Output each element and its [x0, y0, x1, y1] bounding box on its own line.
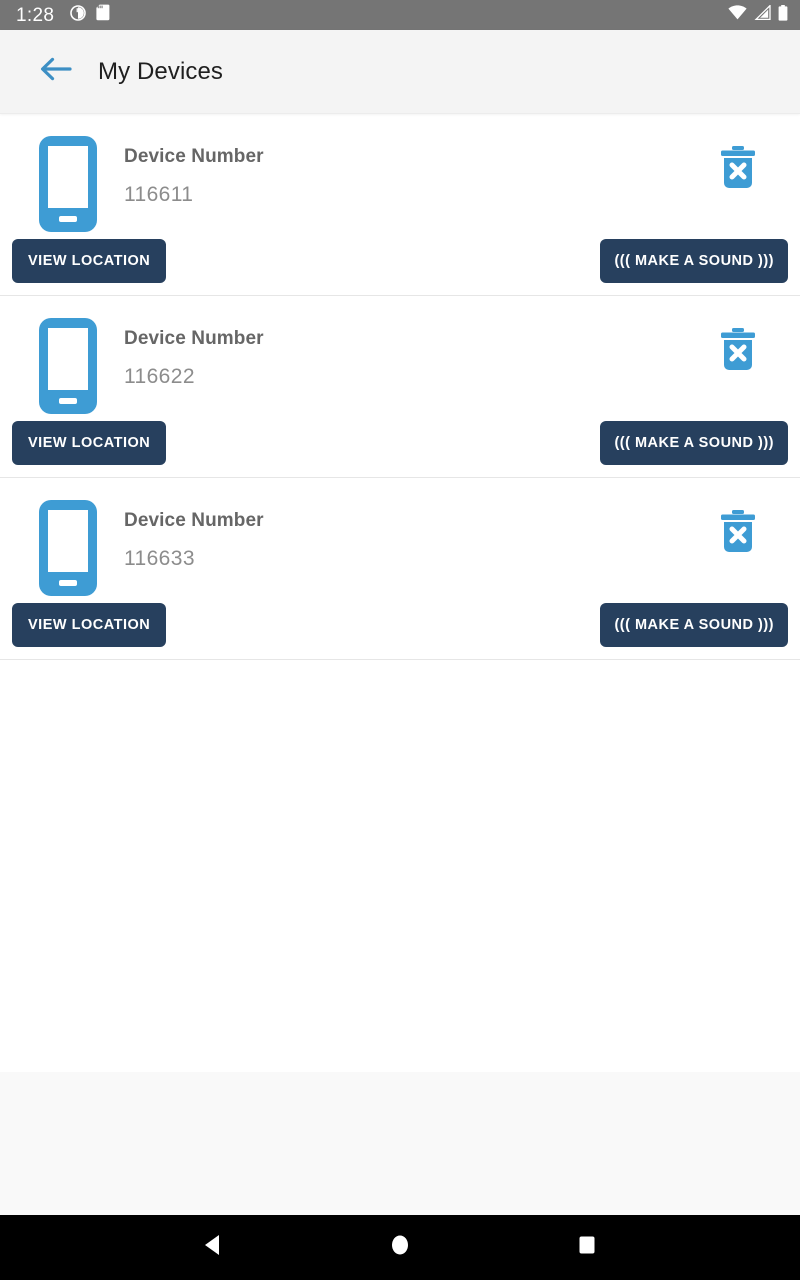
- device-list: Device Number 116611 VIEW LOCATION (((M…: [0, 114, 800, 866]
- device-card-header: Device Number 116622: [12, 296, 788, 419]
- device-number-value: 116622: [124, 364, 195, 388]
- device-card: Device Number 116622 VIEW LOCATION (((M…: [0, 296, 800, 478]
- device-card-actions: VIEW LOCATION ((( MAKE A SOUND ))): [12, 237, 788, 283]
- delete-icon: [716, 327, 760, 378]
- view-location-button[interactable]: VIEW LOCATION: [12, 239, 167, 283]
- sd-card-icon: [96, 4, 110, 26]
- smartphone-icon: [39, 136, 97, 237]
- device-card-actions: VIEW LOCATION ((( MAKE A SOUND ))): [12, 601, 788, 647]
- status-bar-left-icons: [70, 4, 110, 26]
- delete-button-container: [688, 312, 788, 380]
- nav-back-icon: [202, 1233, 224, 1262]
- view-location-button[interactable]: VIEW LOCATION: [12, 421, 167, 465]
- delete-button-container: [688, 130, 788, 198]
- bottom-spacer: [0, 1072, 800, 1215]
- nav-home-icon: [390, 1233, 410, 1262]
- device-icon-container: [12, 312, 124, 419]
- device-number-label: Device Number: [124, 146, 264, 167]
- system-navigation-bar: [0, 1215, 800, 1280]
- make-a-sound-button[interactable]: ((( MAKE A SOUND ))): [600, 239, 788, 283]
- device-card: Device Number 116611 VIEW LOCATION (((M…: [0, 114, 800, 296]
- app-toolbar: My Devices: [0, 30, 800, 114]
- battery-icon: [778, 4, 788, 26]
- device-info: Device Number 116633: [124, 494, 688, 571]
- status-bar-right-icons: [728, 4, 788, 26]
- device-card-header: Device Number 116633: [12, 478, 788, 601]
- wifi-icon: [728, 5, 747, 25]
- device-number-value: 116633: [124, 546, 195, 570]
- empty-content-area: [0, 866, 800, 1072]
- status-bar: 1:28: [0, 0, 800, 30]
- device-number-label: Device Number: [124, 328, 264, 349]
- nav-home-button[interactable]: [376, 1224, 424, 1272]
- cellular-signal-icon: [754, 4, 771, 25]
- view-location-button[interactable]: VIEW LOCATION: [12, 603, 167, 647]
- delete-icon: [716, 145, 760, 196]
- delete-button-container: [688, 494, 788, 562]
- back-button[interactable]: [36, 52, 76, 92]
- device-card: Device Number 116633 VIEW LOCATION (((M…: [0, 478, 800, 660]
- do-not-disturb-icon: [70, 4, 86, 26]
- smartphone-icon: [39, 500, 97, 601]
- device-icon-container: [12, 130, 124, 237]
- status-bar-clock: 1:28: [16, 4, 55, 26]
- back-arrow-icon: [40, 56, 72, 87]
- delete-device-button[interactable]: [710, 506, 766, 562]
- device-card-actions: VIEW LOCATION ((( MAKE A SOUND ))): [12, 419, 788, 465]
- nav-recents-button[interactable]: [563, 1224, 611, 1272]
- make-a-sound-button[interactable]: ((( MAKE A SOUND ))): [600, 603, 788, 647]
- device-number-value: 116611: [124, 182, 194, 206]
- device-icon-container: [12, 494, 124, 601]
- app-screen: 1:28 My Devices Device Number 116611 VIE…: [0, 0, 800, 1280]
- delete-icon: [716, 509, 760, 560]
- device-card-header: Device Number 116611: [12, 114, 788, 237]
- delete-device-button[interactable]: [710, 324, 766, 380]
- device-number-label: Device Number: [124, 510, 264, 531]
- device-info: Device Number 116622: [124, 312, 688, 389]
- make-a-sound-button[interactable]: ((( MAKE A SOUND ))): [600, 421, 788, 465]
- page-title: My Devices: [98, 57, 224, 85]
- delete-device-button[interactable]: [710, 142, 766, 198]
- smartphone-icon: [39, 318, 97, 419]
- device-info: Device Number 116611: [124, 130, 688, 207]
- nav-recents-icon: [577, 1233, 597, 1262]
- nav-back-button[interactable]: [189, 1224, 237, 1272]
